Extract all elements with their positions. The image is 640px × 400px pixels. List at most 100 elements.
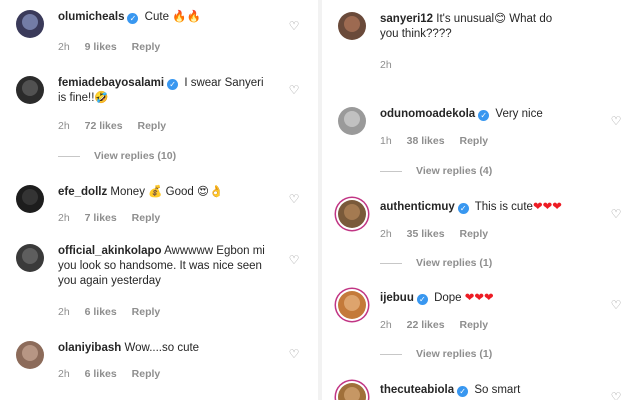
comment-text-line: olumicheals ✓ Cute 🔥🔥 [58,10,268,25]
view-replies-button[interactable]: View replies (1) [380,348,492,360]
username[interactable]: authenticmuy [380,201,455,213]
heart-outline-icon[interactable]: ♡ [288,254,300,266]
view-replies-label: View replies (1) [416,348,493,360]
comment-meta: 2h 9 likes Reply [58,41,172,53]
comment-text-line: olaniyibash Wow....so cute [58,341,268,356]
reply-button[interactable]: Reply [137,120,166,132]
comment-item: odunomoadekola ✓ Very nice 1h 38 likes Re… [322,107,640,182]
replies-divider [58,155,80,157]
comment-item: authenticmuy ✓ This is cute❤❤❤ 2h 35 like… [322,200,640,275]
view-replies-label: View replies (10) [94,150,177,162]
comment-text-line: authenticmuy ✓ This is cute❤❤❤ [380,200,620,215]
replies-divider [380,353,402,355]
avatar[interactable] [338,291,366,319]
comment-time: 2h [58,306,70,318]
verified-badge-icon: ✓ [127,13,139,24]
avatar[interactable] [16,76,44,104]
comment-time: 2h [380,319,392,331]
comment-meta: 2h 22 likes Reply [380,319,500,331]
username[interactable]: olaniyibash [58,342,121,354]
avatar[interactable] [338,200,366,228]
avatar[interactable] [338,107,366,135]
reply-button[interactable]: Reply [459,319,488,331]
view-replies-button[interactable]: View replies (10) [58,150,176,162]
comment-item: olaniyibash Wow....so cute 2h 6 likes Re… [0,341,318,386]
like-count[interactable]: 6 likes [85,306,117,318]
comment-item: olumicheals ✓ Cute 🔥🔥 2h 9 likes Reply ♡ [0,10,318,60]
comment-text-line: ijebuu ✓ Dope ❤❤❤ [380,291,590,306]
comment-meta: 2h 7 likes Reply [58,212,172,224]
avatar[interactable] [338,383,366,400]
reply-button[interactable]: Reply [132,212,161,224]
comment-text-line: femiadebayosalami ✓ I swear Sanyeri is fi… [58,76,268,106]
like-count[interactable]: 6 likes [85,368,117,380]
comment-time: 2h [58,368,70,380]
avatar[interactable] [16,10,44,38]
comment-item: femiadebayosalami ✓ I swear Sanyeri is fi… [0,76,318,166]
comment-text: Dope [434,292,462,304]
comment-item: thecuteabiola ✓ So smart ♡ [322,383,640,400]
reply-button[interactable]: Reply [132,41,161,53]
verified-badge-icon: ✓ [478,110,490,121]
username[interactable]: ijebuu [380,292,414,304]
avatar[interactable] [16,185,44,213]
avatar[interactable] [16,341,44,369]
left-comments-panel: olumicheals ✓ Cute 🔥🔥 2h 9 likes Reply ♡ … [0,0,318,400]
comment-text: Wow....so cute [124,342,200,354]
like-count[interactable]: 72 likes [85,120,123,132]
comment-item: sanyeri12 It's unusual😊 What do you thin… [322,12,640,82]
heart-outline-icon[interactable]: ♡ [610,115,622,127]
comment-text-line: sanyeri12 It's unusual😊 What do you thin… [380,12,570,42]
comment-meta: 2h 72 likes Reply [58,120,178,132]
heart-outline-icon[interactable]: ♡ [288,20,300,32]
verified-badge-icon: ✓ [457,386,469,397]
reply-button[interactable]: Reply [459,135,488,147]
verified-badge-icon: ✓ [416,294,428,305]
avatar[interactable] [16,244,44,272]
username[interactable]: sanyeri12 [380,13,433,25]
comment-text: Very nice [495,108,543,120]
like-count[interactable]: 7 likes [85,212,117,224]
reply-button[interactable]: Reply [132,306,161,318]
comment-text-line: official_akinkolapo Awwwww Egbon mi you … [58,244,268,289]
replies-divider [380,170,402,172]
verified-badge-icon: ✓ [457,203,469,214]
username[interactable]: olumicheals [58,11,124,23]
heart-outline-icon[interactable]: ♡ [610,391,622,400]
comment-meta: 2h 35 likes Reply [380,228,500,240]
heart-outline-icon[interactable]: ♡ [610,299,622,311]
comment-text-line: thecuteabiola ✓ So smart [380,383,590,398]
view-replies-button[interactable]: View replies (1) [380,257,492,269]
comment-time: 1h [380,135,392,147]
like-count[interactable]: 38 likes [407,135,445,147]
comment-item: official_akinkolapo Awwwww Egbon mi you … [0,244,318,324]
verified-badge-icon: ✓ [167,79,179,90]
comment-text: Cute 🔥🔥 [144,11,201,23]
like-count[interactable]: 22 likes [407,319,445,331]
comment-text-line: odunomoadekola ✓ Very nice [380,107,590,122]
username[interactable]: femiadebayosalami [58,77,164,89]
username[interactable]: efe_dollz [58,186,107,198]
username[interactable]: odunomoadekola [380,108,475,120]
right-comments-panel: sanyeri12 It's unusual😊 What do you thin… [322,0,640,400]
heart-outline-icon[interactable]: ♡ [288,84,300,96]
username[interactable]: official_akinkolapo [58,245,162,257]
avatar[interactable] [338,12,366,40]
view-replies-button[interactable]: View replies (4) [380,165,492,177]
heart-outline-icon[interactable]: ♡ [288,348,300,360]
heart-outline-icon[interactable]: ♡ [288,193,300,205]
comment-time: 2h [58,212,70,224]
comment-meta: 1h 38 likes Reply [380,135,500,147]
comment-text: So smart [474,384,521,396]
reply-button[interactable]: Reply [459,228,488,240]
comment-item: ijebuu ✓ Dope ❤❤❤ 2h 22 likes Reply ♡ Vie… [322,291,640,366]
comment-time: 2h [380,228,392,240]
comment-item: efe_dollz Money 💰 Good 😍👌 2h 7 likes Rep… [0,185,318,230]
username[interactable]: thecuteabiola [380,384,454,396]
heart-outline-icon[interactable]: ♡ [610,208,622,220]
reply-button[interactable]: Reply [132,368,161,380]
comment-meta: 2h [380,59,404,71]
like-count[interactable]: 35 likes [407,228,445,240]
comment-text-line: efe_dollz Money 💰 Good 😍👌 [58,185,268,200]
like-count[interactable]: 9 likes [85,41,117,53]
